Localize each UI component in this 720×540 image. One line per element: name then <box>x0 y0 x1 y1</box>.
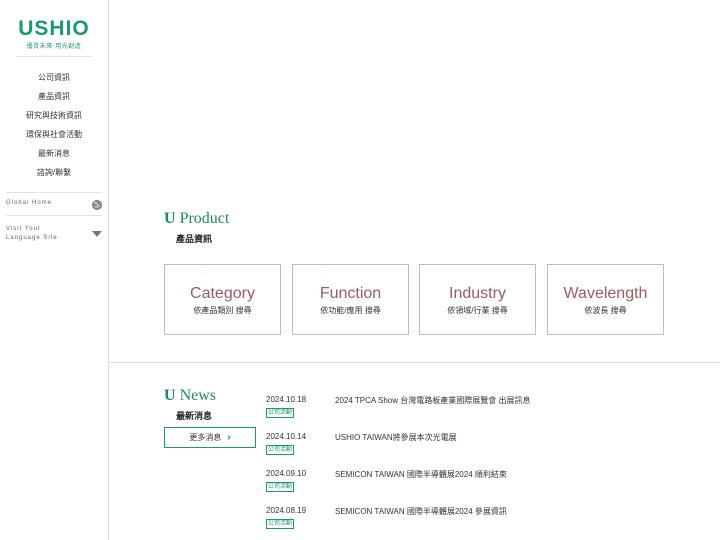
section-divider <box>109 362 720 363</box>
global-home-link[interactable]: Global Home <box>6 192 102 216</box>
category-card[interactable]: Category 依產品類別 搜尋 <box>164 264 281 335</box>
triangle-down-icon <box>92 231 102 237</box>
product-title-u: U <box>164 210 176 227</box>
function-card-subtitle: 依功能/應用 搜尋 <box>320 306 381 315</box>
ushio-logo[interactable]: USHIO 優質未來‧用光創造 <box>18 17 90 51</box>
product-section-subtitle: 產品資訊 <box>176 234 213 244</box>
visit-label-line1: Visit Your <box>6 226 41 232</box>
news-tag: 公司活動 <box>266 519 295 529</box>
global-home-label: Global Home <box>6 200 53 206</box>
main-nav: 公司資訊 產品資訊 研究與技術資訊 環保與社會活動 最新消息 諮詢/聯繫 <box>0 68 108 182</box>
news-date: 2024.09.10 <box>266 469 307 478</box>
industry-card-subtitle: 依領域/行業 搜尋 <box>447 306 508 315</box>
news-date: 2024.10.18 <box>266 395 307 404</box>
more-news-button[interactable]: 更多消息 › <box>164 427 256 448</box>
nav-item-company[interactable]: 公司資訊 <box>0 68 108 87</box>
visit-label-line2: Language Site <box>6 235 58 241</box>
news-tag: 公司活動 <box>266 482 295 492</box>
news-link[interactable]: USHIO TAIWAN將參展本次光電展 <box>335 432 457 443</box>
function-card[interactable]: Function 依功能/應用 搜尋 <box>292 264 409 335</box>
category-card-subtitle: 依產品類別 搜尋 <box>193 306 252 315</box>
news-link[interactable]: SEMICON TAIWAN 國際半導體展2024 參展資訊 <box>335 506 507 517</box>
nav-item-news[interactable]: 最新消息 <box>0 144 108 163</box>
logo-tagline: 優質未來‧用光創造 <box>26 44 82 50</box>
function-card-title: Function <box>319 285 382 302</box>
news-tag: 公司活動 <box>266 445 295 455</box>
wavelength-card-subtitle: 依波長 搜尋 <box>584 306 627 315</box>
industry-card-title: Industry <box>449 285 506 302</box>
logo-wordmark: USHIO <box>18 17 90 40</box>
news-tag: 公司活動 <box>266 408 295 418</box>
news-section-subtitle: 最新消息 <box>176 411 213 421</box>
nav-item-research[interactable]: 研究與技術資訊 <box>0 106 108 125</box>
news-title-rest: News <box>175 387 216 404</box>
wavelength-card-title: Wavelength <box>563 285 648 302</box>
news-date: 2024.08.19 <box>266 506 307 515</box>
news-date: 2024.10.14 <box>266 432 307 441</box>
product-title-rest: Product <box>175 210 230 227</box>
more-news-label: 更多消息 <box>189 433 222 442</box>
news-title-u: U <box>164 387 176 404</box>
category-card-title: Category <box>190 285 255 302</box>
product-section-title: U Product <box>164 210 229 228</box>
logo-divider <box>16 56 92 57</box>
nav-item-environment[interactable]: 環保與社會活動 <box>0 125 108 144</box>
language-site-selector[interactable]: Visit Your Language Site <box>6 225 102 243</box>
news-link[interactable]: SEMICON TAIWAN 國際半導體展2024 順利結束 <box>335 469 507 480</box>
nav-item-products[interactable]: 產品資訊 <box>0 87 108 106</box>
sidebar: USHIO 優質未來‧用光創造 公司資訊 產品資訊 研究與技術資訊 環保與社會活… <box>0 0 109 540</box>
chevron-right-icon: › <box>227 432 231 443</box>
news-link[interactable]: 2024 TPCA Show 台灣電路板產業國際展覽會 出展訊息 <box>335 395 530 406</box>
wavelength-card[interactable]: Wavelength 依波長 搜尋 <box>547 264 664 335</box>
industry-card[interactable]: Industry 依領域/行業 搜尋 <box>419 264 536 335</box>
news-section-title: U News <box>164 387 216 405</box>
nav-item-contact[interactable]: 諮詢/聯繫 <box>0 163 108 182</box>
globe-icon <box>92 200 102 210</box>
